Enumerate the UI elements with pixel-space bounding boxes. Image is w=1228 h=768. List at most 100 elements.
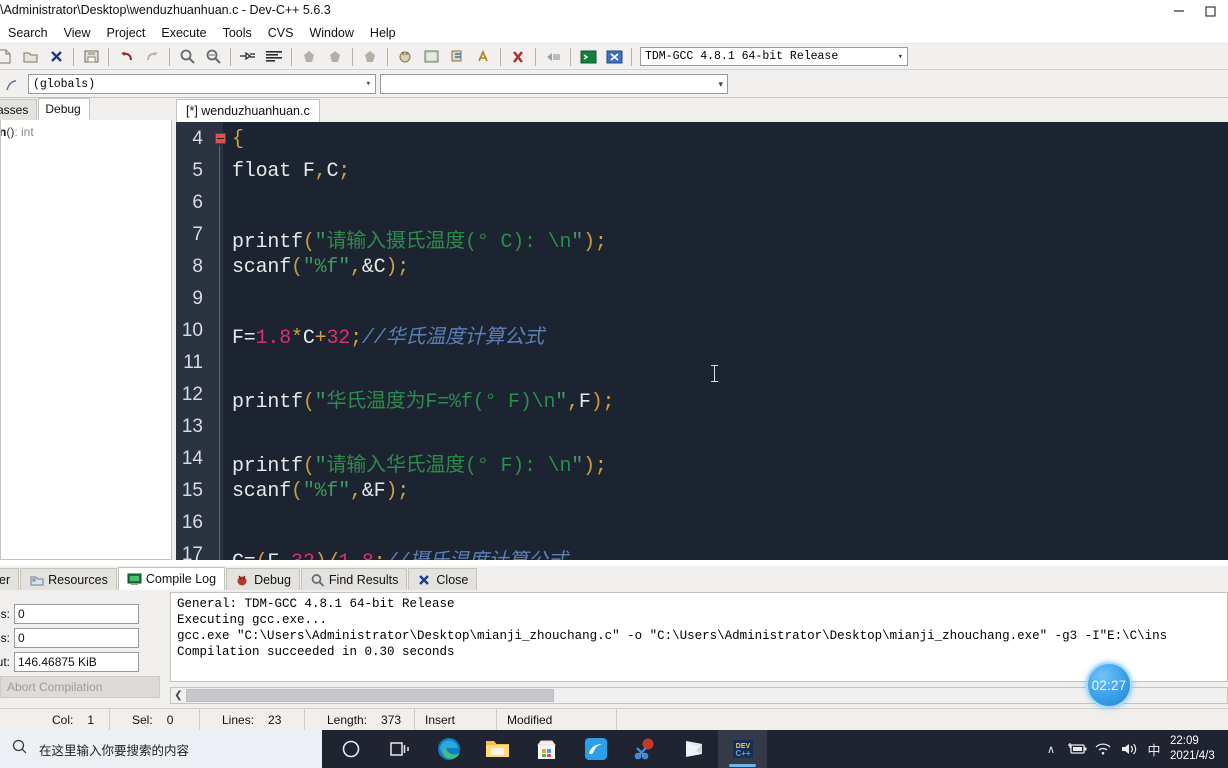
- open-file-icon[interactable]: [18, 46, 42, 68]
- dev-cpp-icon[interactable]: DEV C++: [718, 730, 767, 768]
- log-horizontal-scrollbar[interactable]: ❮: [170, 687, 1228, 704]
- class-browser-icon[interactable]: [0, 74, 23, 96]
- menu-help[interactable]: Help: [362, 24, 404, 42]
- foxmail-icon[interactable]: [571, 730, 620, 768]
- taskbar-search-box[interactable]: 在这里输入你要搜索的内容: [0, 730, 322, 768]
- menu-cvs[interactable]: CVS: [260, 24, 302, 42]
- class-browser-tree[interactable]: n(): int: [0, 120, 172, 560]
- step-back-icon[interactable]: [541, 46, 565, 68]
- toolbar-separator: [291, 47, 292, 66]
- bottom-tab-label: Find Results: [328, 572, 399, 587]
- snipaste-icon[interactable]: [620, 730, 669, 768]
- tab-debug[interactable]: Debug: [38, 98, 90, 120]
- code-line[interactable]: printf("请输入华氏温度(° F): \n");: [232, 448, 607, 478]
- line-number: 16: [181, 512, 203, 533]
- code-fold-column[interactable]: [215, 122, 226, 560]
- svg-text:C++: C++: [735, 749, 750, 758]
- toolbar-separator: [108, 47, 109, 66]
- minimize-button[interactable]: [1156, 0, 1202, 22]
- syntax-check-icon[interactable]: [471, 46, 495, 68]
- code-token: ": [555, 391, 568, 414]
- code-token: printf: [232, 231, 303, 254]
- status-modified-label: Modified: [507, 712, 553, 727]
- rebuild-icon[interactable]: [445, 46, 469, 68]
- redo-icon[interactable]: [140, 46, 164, 68]
- tray-expand-icon[interactable]: ∧: [1038, 730, 1064, 768]
- log-line: Executing gcc.exe...: [177, 613, 328, 627]
- compile-log-output[interactable]: General: TDM-GCC 4.8.1 64-bit Release Ex…: [170, 592, 1228, 682]
- menu-tools[interactable]: Tools: [215, 24, 260, 42]
- profile-icon[interactable]: [419, 46, 443, 68]
- menu-window[interactable]: Window: [301, 24, 361, 42]
- code-token: ;: [397, 256, 410, 279]
- tab-compiler[interactable]: er: [0, 568, 20, 590]
- file-explorer-icon[interactable]: [473, 730, 522, 768]
- tree-node-main[interactable]: n(): int: [1, 125, 167, 139]
- fold-toggle-icon[interactable]: [215, 133, 226, 144]
- microsoft-store-icon[interactable]: [522, 730, 571, 768]
- find-replace-icon[interactable]: [201, 46, 225, 68]
- tab-close-panel[interactable]: Close: [408, 568, 478, 590]
- code-line[interactable]: {: [232, 128, 244, 151]
- stop-icon[interactable]: [506, 46, 530, 68]
- menu-execute[interactable]: Execute: [153, 24, 214, 42]
- code-token: ;: [594, 455, 607, 478]
- tab-debug-log[interactable]: Debug: [226, 568, 300, 590]
- new-file-icon[interactable]: [0, 46, 16, 68]
- volume-icon[interactable]: [1116, 730, 1142, 768]
- code-token: ): [590, 391, 603, 414]
- menu-view[interactable]: View: [56, 24, 99, 42]
- find-icon[interactable]: [175, 46, 199, 68]
- run-icon[interactable]: [323, 46, 347, 68]
- cortana-icon[interactable]: [326, 730, 375, 768]
- maximize-button[interactable]: [1202, 0, 1228, 22]
- code-line[interactable]: scanf("%f",&C);: [232, 256, 409, 279]
- scope-select-value: (globals): [33, 77, 96, 91]
- code-line[interactable]: float F,C;: [232, 160, 350, 183]
- goto-line-icon[interactable]: [236, 46, 260, 68]
- compiler-select[interactable]: TDM-GCC 4.8.1 64-bit Release ▾: [640, 47, 908, 66]
- format-code-icon[interactable]: [262, 46, 286, 68]
- code-line[interactable]: scanf("%f",&F);: [232, 480, 409, 503]
- menu-project[interactable]: Project: [98, 24, 153, 42]
- taskbar-clock[interactable]: 22:09 2021/4/3: [1166, 730, 1228, 768]
- task-view-icon[interactable]: [375, 730, 424, 768]
- code-token: *: [291, 327, 303, 350]
- code-token: C=: [232, 551, 256, 560]
- code-line[interactable]: C=(F-32)/1.8;//摄氏温度计算公式: [232, 544, 568, 560]
- battery-charging-icon[interactable]: [1064, 730, 1090, 768]
- code-editor[interactable]: 4 5 6 7 8 9 10 11 12 13 14 15 16 17 {float F,C; printf…: [176, 122, 1228, 560]
- status-sel: Sel: 0: [110, 709, 200, 730]
- scrollbar-thumb[interactable]: [186, 689, 554, 702]
- tab-find-results[interactable]: Find Results: [300, 568, 408, 590]
- menu-search[interactable]: Search: [0, 24, 56, 42]
- code-line[interactable]: printf("华氏温度为F=%f(° F)\n",F);: [232, 384, 615, 414]
- code-line[interactable]: F=1.8*C+32;//华氏温度计算公式: [232, 320, 544, 350]
- abort-compilation-button[interactable]: Abort Compilation: [0, 676, 160, 698]
- tab-resources[interactable]: Resources: [20, 568, 117, 590]
- code-line[interactable]: printf("请输入摄氏温度(° C): \n");: [232, 224, 607, 254]
- screen-recorder-timer[interactable]: 02:27: [1086, 662, 1132, 708]
- scope-select[interactable]: (globals) ▾: [28, 74, 376, 94]
- close-all-icon[interactable]: [602, 46, 626, 68]
- onenote-icon[interactable]: [669, 730, 718, 768]
- terminal-icon[interactable]: [576, 46, 600, 68]
- debug-icon[interactable]: [393, 46, 417, 68]
- ime-indicator[interactable]: 中: [1142, 730, 1166, 768]
- editor-tab-wenduzhuanhuan[interactable]: [*] wenduzhuanhuan.c: [176, 99, 320, 122]
- undo-icon[interactable]: [114, 46, 138, 68]
- code-token: ): [385, 256, 398, 279]
- member-select[interactable]: ▾: [380, 74, 728, 94]
- code-text-area[interactable]: {float F,C; printf("请输入摄氏温度(° C): \n"); sc…: [232, 122, 1228, 560]
- tab-classes[interactable]: asses: [0, 99, 38, 120]
- compile-icon[interactable]: [297, 46, 321, 68]
- scroll-left-icon[interactable]: ❮: [171, 690, 186, 701]
- compile-run-icon[interactable]: [358, 46, 382, 68]
- toolbar-separator: [169, 47, 170, 66]
- tab-compile-log[interactable]: Compile Log: [117, 567, 226, 590]
- microsoft-edge-icon[interactable]: [424, 730, 473, 768]
- close-file-icon[interactable]: [44, 46, 68, 68]
- save-file-icon[interactable]: [79, 46, 103, 68]
- fold-range-bar: [219, 146, 220, 560]
- wifi-icon[interactable]: [1090, 730, 1116, 768]
